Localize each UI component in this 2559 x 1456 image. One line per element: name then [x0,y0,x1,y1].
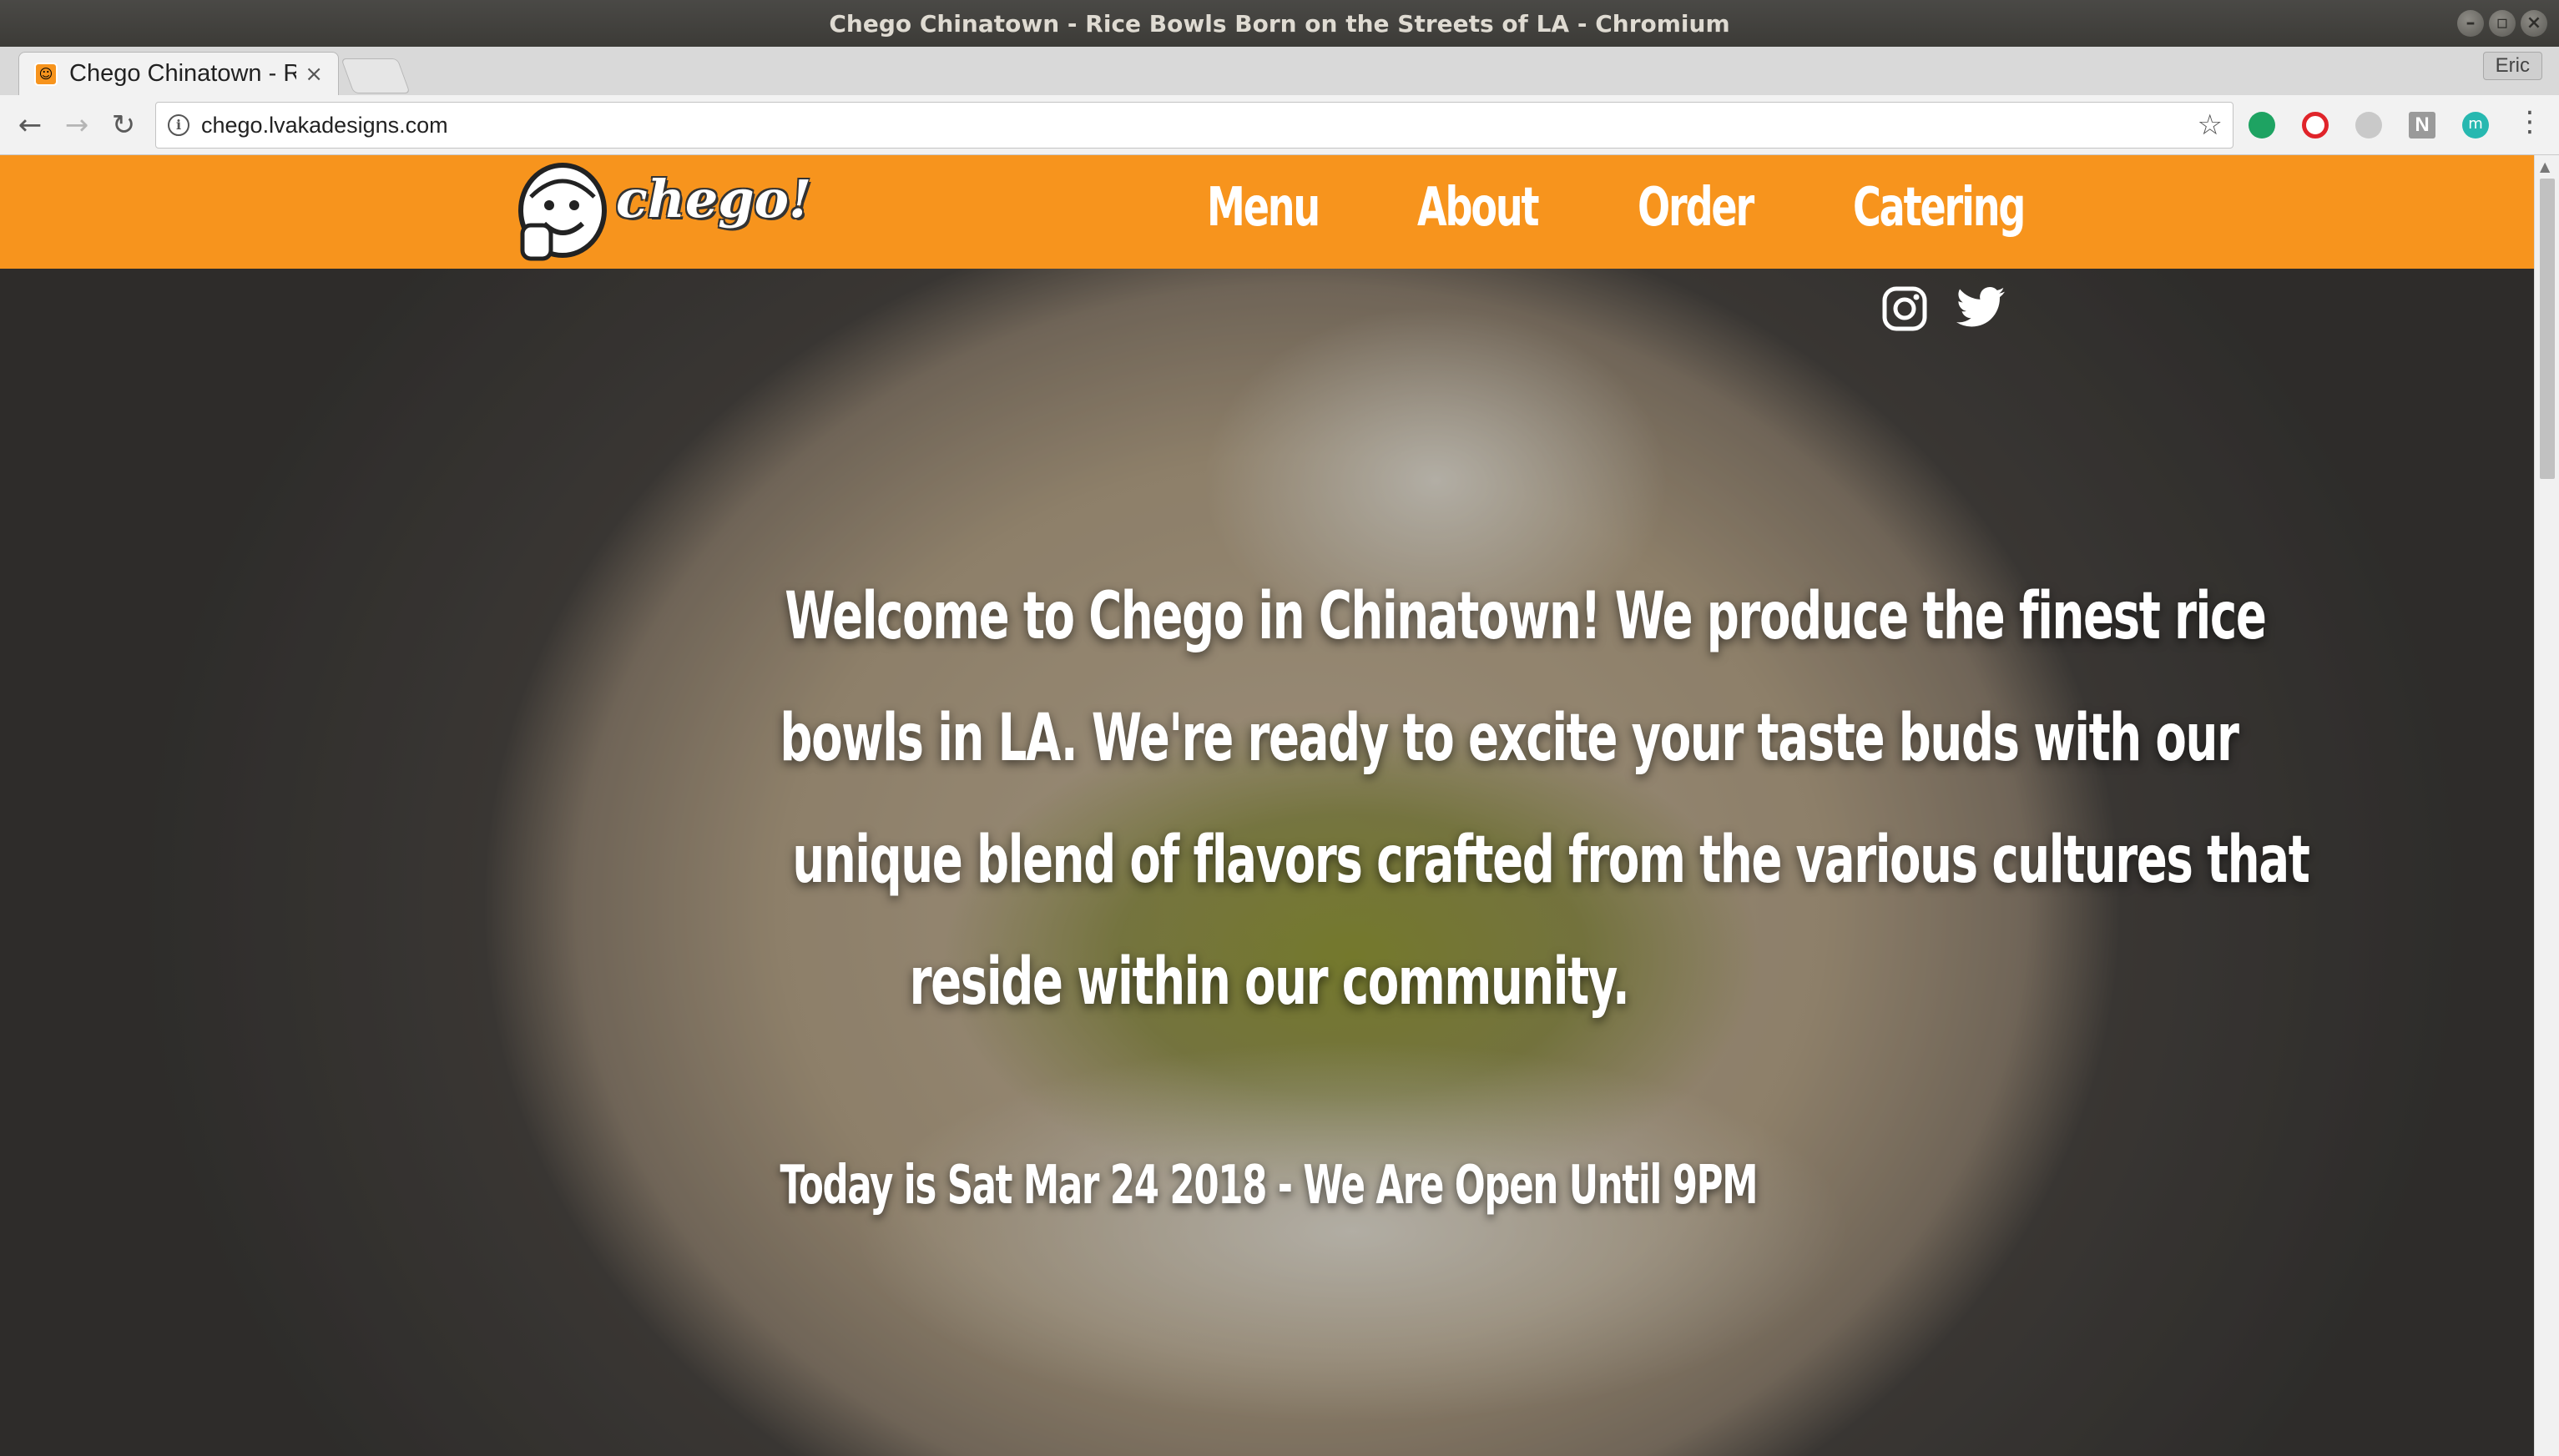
chego-logo[interactable]: chego! [511,155,811,269]
page-viewport: chego! Menu About Order Catering Welcome… [0,155,2534,1456]
address-bar[interactable]: i chego.lvakadesigns.com ☆ [155,102,2233,149]
browser-menu-icon[interactable]: ⋮ [2516,105,2544,139]
new-tab-button[interactable] [341,58,411,93]
logo-wordmark: chego! [616,169,812,229]
hero-line-3: unique blend of flavors crafted from the… [792,823,2309,898]
page-scrollbar[interactable]: ▲ [2534,155,2559,1456]
tab-strip: ☺ Chego Chinatown - Rice Bowls Born on t… [0,47,2559,95]
url-text[interactable]: chego.lvakadesigns.com [201,113,2198,139]
nav-order[interactable]: Order [1638,177,1754,239]
maximize-button[interactable]: ▫ [2489,10,2516,37]
tab-chego[interactable]: ☺ Chego Chinatown - Rice Bowls Born on t… [18,52,339,95]
adblock-extension-icon[interactable] [2302,112,2329,139]
profile-button[interactable]: Eric [2482,52,2542,80]
hero-line-4: reside within our community. [909,945,1629,1020]
site-info-icon[interactable]: i [168,114,189,136]
n-extension-icon[interactable]: N [2409,112,2435,139]
tab-title: Chego Chinatown - Rice Bowls Born on the… [69,60,297,87]
hero-line-2: bowls in LA. We're ready to excite your … [780,701,2239,776]
hero-date-text: Today is Sat Mar 24 2018 - We Are Open U… [780,1155,1759,1217]
bookmark-star-icon[interactable]: ☆ [2198,108,2223,142]
twitter-icon[interactable] [1956,285,2005,332]
tab-close-icon[interactable]: × [305,62,323,87]
back-arrow-icon[interactable]: ← [12,107,48,144]
browser-toolbar: ← → ↻ i chego.lvakadesigns.com ☆ N m ⋮ [0,95,2559,155]
nav-catering[interactable]: Catering [1853,177,2026,239]
close-window-button[interactable]: × [2521,10,2547,37]
window-titlebar: Chego Chinatown - Rice Bowls Born on the… [0,0,2559,47]
hero-line-1: Welcome to Chego in Chinatown! We produc… [785,579,2267,654]
grammarly-extension-icon[interactable] [2249,112,2275,139]
window-controls: – ▫ × [2457,10,2547,37]
site-header: chego! Menu About Order Catering [0,155,2534,269]
chego-mascot-icon [518,163,607,261]
extension-icon[interactable] [2355,112,2382,139]
scroll-up-arrow-icon[interactable]: ▲ [2540,159,2550,174]
instagram-icon[interactable] [1881,285,1928,335]
chego-favicon-icon: ☺ [34,62,58,86]
nav-menu[interactable]: Menu [1207,177,1320,239]
hero-date-banner: Today is Sat Mar 24 2018 - We Are Open U… [467,1155,2070,1217]
minimize-button[interactable]: – [2457,10,2484,37]
reload-icon[interactable]: ↻ [105,107,142,144]
nav-about[interactable]: About [1417,177,1540,239]
m-extension-icon[interactable]: m [2462,112,2489,139]
window-title: Chego Chinatown - Rice Bowls Born on the… [829,9,1730,38]
scrollbar-thumb[interactable] [2540,179,2555,479]
forward-arrow-icon[interactable]: → [58,107,95,144]
hero-welcome-text: Welcome to Chego in Chinatown! We produc… [467,556,2309,1043]
